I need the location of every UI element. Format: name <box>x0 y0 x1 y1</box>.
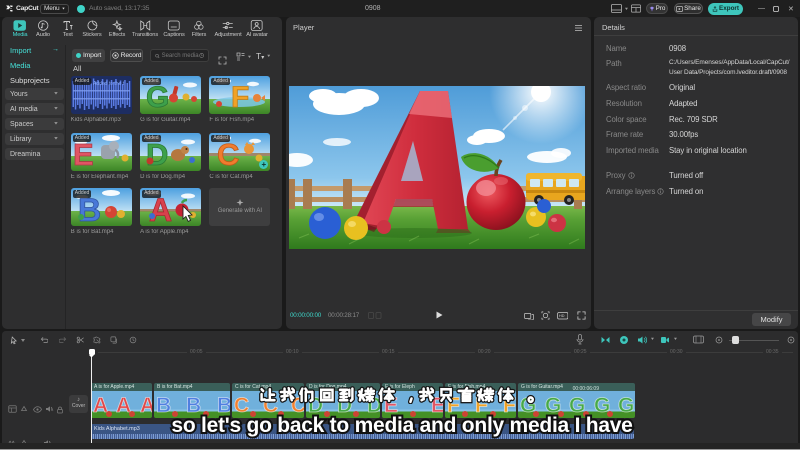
svg-text:F: F <box>231 81 249 114</box>
svg-text:G: G <box>146 81 169 114</box>
svg-text:HD: HD <box>559 314 565 318</box>
svg-text:Added to the t: Added to the t <box>93 81 125 87</box>
